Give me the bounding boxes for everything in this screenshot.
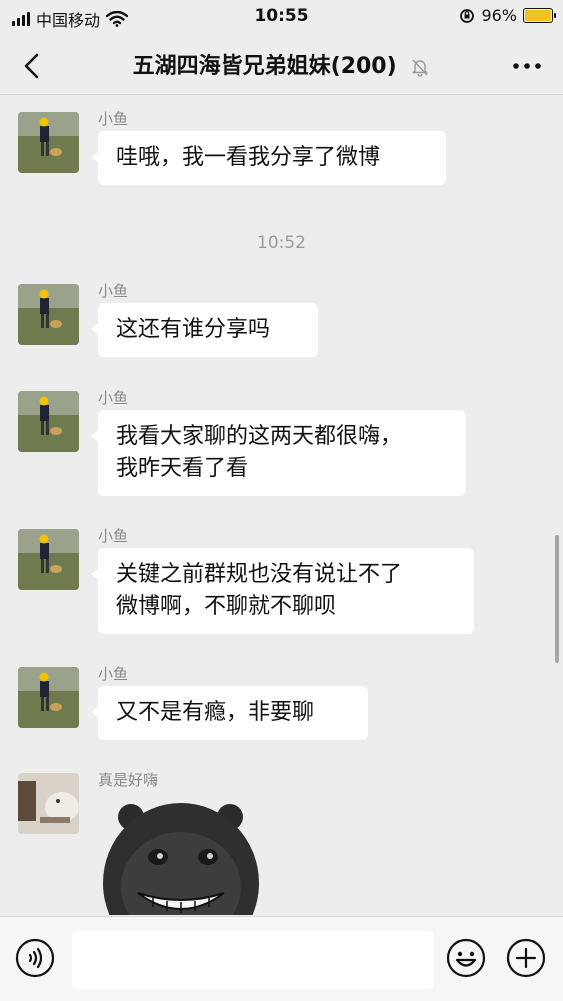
- message-text: 又不是有瘾，非要聊: [116, 700, 315, 725]
- message-bubble[interactable]: 关键之前群规也没有说让不了 微博啊，不聊就不聊呗: [91, 548, 474, 634]
- sender-name: 小鱼: [98, 665, 129, 683]
- chat-title: 五湖四海皆兄弟姐妹(200): [132, 54, 397, 79]
- avatar[interactable]: [18, 667, 79, 728]
- time-separator: 10:52: [257, 233, 306, 253]
- black-pig-grin-sticker[interactable]: [98, 795, 264, 915]
- sender-name: 小鱼: [98, 389, 129, 407]
- scrollbar[interactable]: [555, 535, 559, 663]
- status-bar: 中国移动 10:55 96%: [0, 0, 563, 34]
- message-text-line: 关键之前群规也没有说让不了: [116, 562, 403, 587]
- message-text: 这还有谁分享吗: [116, 317, 271, 342]
- input-bar: [0, 916, 563, 1001]
- more-dots-icon[interactable]: [509, 52, 545, 80]
- message-text-line: 我昨天看了看: [116, 456, 249, 481]
- sender-name: 小鱼: [98, 527, 129, 545]
- message-bubble[interactable]: 这还有谁分享吗: [91, 303, 318, 357]
- avatar[interactable]: [18, 391, 79, 452]
- chat-header: 五湖四海皆兄弟姐妹(200): [0, 34, 563, 95]
- orientation-lock-icon: [460, 8, 475, 23]
- message-bubble[interactable]: 又不是有瘾，非要聊: [91, 686, 368, 740]
- message-bubble[interactable]: 哇哦，我一看我分享了微博: [91, 131, 446, 185]
- message-input[interactable]: [72, 931, 434, 989]
- battery-icon: [523, 8, 556, 23]
- emoji-icon[interactable]: [446, 938, 486, 978]
- avatar[interactable]: [18, 529, 79, 590]
- avatar[interactable]: [18, 112, 79, 173]
- muted-bell-icon: [412, 59, 429, 77]
- sender-name: 小鱼: [98, 110, 129, 128]
- battery-group: 96%: [459, 6, 556, 25]
- sender-name: 小鱼: [98, 282, 129, 300]
- message-text: 哇哦，我一看我分享了微博: [116, 145, 381, 170]
- chat-messages[interactable]: 小鱼 哇哦，我一看我分享了微博 10:52 小鱼 这还有谁分享吗 小鱼 我看大家…: [0, 95, 563, 915]
- sender-name: 真是好嗨: [98, 771, 159, 789]
- battery-percent: 96%: [481, 6, 517, 25]
- chat-title-wrap: 五湖四海皆兄弟姐妹(200): [0, 48, 563, 80]
- message-text-line: 微博啊，不聊就不聊呗: [116, 594, 337, 619]
- avatar[interactable]: [18, 773, 79, 834]
- avatar[interactable]: [18, 284, 79, 345]
- message-text-line: 我看大家聊的这两天都很嗨，: [116, 424, 403, 449]
- voice-icon[interactable]: [15, 938, 55, 978]
- plus-icon[interactable]: [506, 938, 546, 978]
- message-bubble[interactable]: 我看大家聊的这两天都很嗨， 我昨天看了看: [91, 410, 466, 496]
